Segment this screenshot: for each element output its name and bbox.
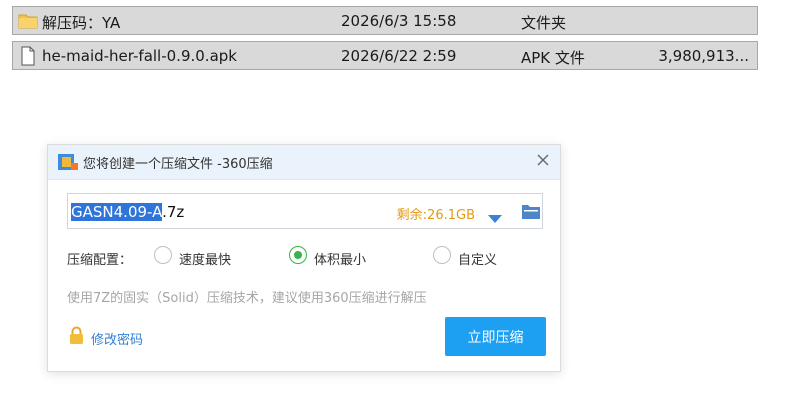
radio-label: 速度最快 [179,253,232,268]
file-size: 3,980,913... [658,47,749,65]
app-logo-icon [57,152,79,172]
archive-filename-selected: GASN4.09-A [71,203,163,221]
config-label: 压缩配置： [67,253,133,268]
lock-icon [69,326,84,345]
dialog-titlebar: 您将创建一个压缩文件 -360压缩 [48,145,560,180]
radio-label: 体积最小 [314,253,367,268]
file-icon [18,46,38,66]
archive-name-input[interactable]: GASN4.09-A.7z 剩余:26.1GB [67,193,543,229]
folder-icon [18,11,38,31]
radio-label: 自定义 [458,253,498,268]
browse-folder-icon[interactable] [522,204,540,219]
file-date: 2026/6/3 15:58 [341,12,457,30]
dialog-title: 您将创建一个压缩文件 -360压缩 [83,157,273,172]
archive-filename: GASN4.09-A.7z [71,203,184,221]
archive-filename-ext: .7z [162,203,185,221]
file-name: 解压码：YA [42,14,121,32]
file-row-apk[interactable]: he-maid-her-fall-0.9.0.apk 2026/6/22 2:5… [12,41,758,70]
chevron-down-icon[interactable] [488,208,502,223]
free-space-label: 剩余:26.1GB [396,208,475,223]
file-type: 文件夹 [521,14,567,32]
compression-hint: 使用7Z的固实（Solid）压缩技术，建议使用360压缩进行解压 [67,291,427,306]
change-password-label: 修改密码 [91,333,144,348]
radio-circle [433,246,451,264]
compress-dialog: 您将创建一个压缩文件 -360压缩 GASN4.09-A.7z 剩余:26.1G… [47,144,561,372]
file-type: APK 文件 [521,49,585,67]
file-row-folder[interactable]: 解压码：YA 2026/6/3 15:58 文件夹 [12,6,758,35]
compress-now-button[interactable]: 立即压缩 [445,317,546,356]
radio-circle [289,246,307,264]
file-date: 2026/6/22 2:59 [341,47,457,65]
radio-circle [154,246,172,264]
compression-config: 压缩配置： 速度最快 体积最小 自定义 [67,246,547,268]
file-name: he-maid-her-fall-0.9.0.apk [42,47,237,65]
close-icon[interactable] [534,151,552,169]
